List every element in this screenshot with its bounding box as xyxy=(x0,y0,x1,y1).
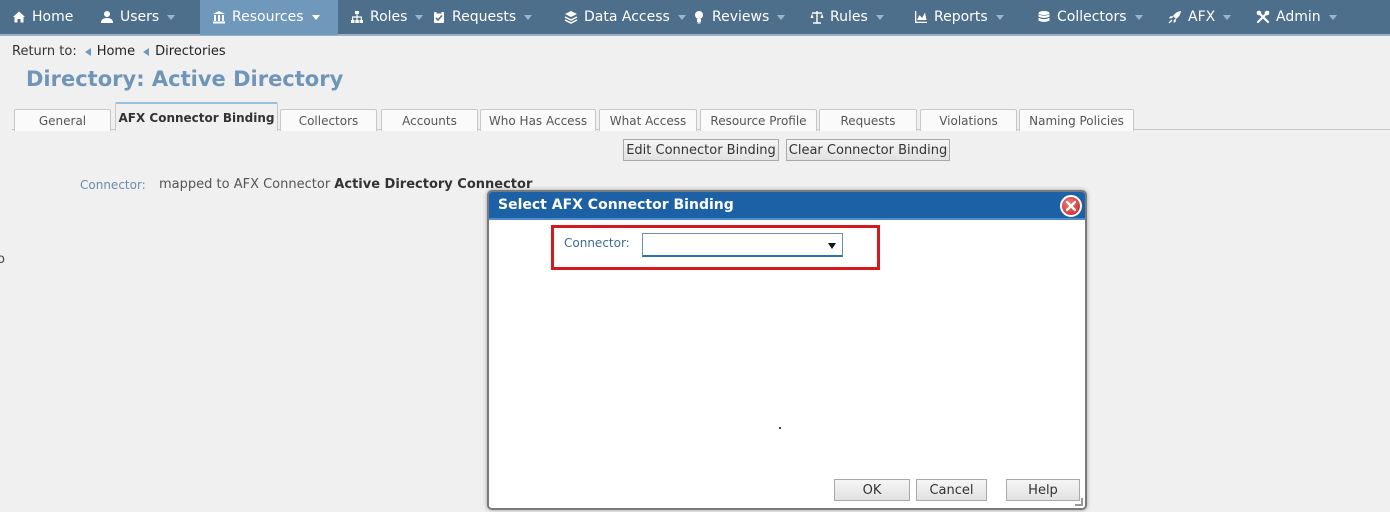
nav-resources-label: Resources xyxy=(232,9,304,25)
tab-general[interactable]: General xyxy=(14,109,111,131)
dropdown-arrow-icon xyxy=(828,243,836,249)
tab-bar: General AFX Connector Binding Collectors Ac… xyxy=(12,102,1390,131)
nav-home[interactable]: Home xyxy=(0,0,88,35)
home-icon xyxy=(12,10,26,24)
user-icon xyxy=(100,10,114,24)
layers-icon xyxy=(564,10,578,24)
select-connector-binding-dialog: Select AFX Connector Binding Connector: … xyxy=(487,190,1087,510)
chevron-down-icon xyxy=(524,14,533,20)
nav-roles-label: Roles xyxy=(370,9,408,25)
lightbulb-icon xyxy=(692,10,706,24)
breadcrumb-arrow-icon xyxy=(143,47,150,56)
nav-rules-label: Rules xyxy=(830,9,868,25)
nav-afx-label: AFX xyxy=(1188,9,1216,25)
nav-data-access[interactable]: Data Access xyxy=(552,0,686,35)
chart-icon xyxy=(914,10,928,24)
nav-users[interactable]: Users xyxy=(88,0,200,35)
breadcrumb-arrow-icon xyxy=(84,47,91,56)
connector-label: Connector: xyxy=(80,178,146,192)
nav-rules[interactable]: Rules xyxy=(798,0,902,35)
nav-resources[interactable]: Resources xyxy=(200,0,338,35)
clipboard-check-icon xyxy=(432,10,446,24)
nav-collectors-label: Collectors xyxy=(1057,9,1127,25)
page-title: Directory: Active Directory xyxy=(26,67,344,91)
building-icon xyxy=(212,10,226,24)
nav-reviews[interactable]: Reviews xyxy=(680,0,798,35)
dialog-titlebar[interactable]: Select AFX Connector Binding xyxy=(489,192,1085,220)
dialog-connector-label: Connector: xyxy=(564,236,630,250)
tab-afx-connector-binding[interactable]: AFX Connector Binding xyxy=(115,102,278,131)
clear-connector-binding-button[interactable]: Clear Connector Binding xyxy=(786,139,950,161)
breadcrumb-prefix: Return to: xyxy=(12,44,77,59)
connector-select[interactable] xyxy=(642,233,843,257)
sitemap-icon xyxy=(350,10,364,24)
chevron-down-icon xyxy=(1223,14,1232,20)
nav-afx[interactable]: AFX xyxy=(1156,0,1244,35)
nav-home-label: Home xyxy=(32,9,74,25)
dialog-title: Select AFX Connector Binding xyxy=(498,197,734,213)
nav-collectors[interactable]: Collectors xyxy=(1025,0,1156,35)
dialog-close-button[interactable] xyxy=(1060,195,1082,217)
nav-users-label: Users xyxy=(120,9,160,25)
tab-resource-profile[interactable]: Resource Profile xyxy=(700,109,817,131)
rocket-icon xyxy=(1168,10,1182,24)
dialog-body: Connector: OK Cancel Help xyxy=(489,222,1085,508)
nav-requests-label: Requests xyxy=(452,9,517,25)
scale-icon xyxy=(810,10,824,24)
loading-dot xyxy=(779,427,781,429)
help-button[interactable]: Help xyxy=(1006,479,1080,501)
tab-naming-policies[interactable]: Naming Policies xyxy=(1019,109,1134,131)
chevron-down-icon xyxy=(777,14,786,20)
chevron-down-icon xyxy=(311,14,320,20)
close-icon xyxy=(1065,200,1077,212)
connector-mapping-text: mapped to AFX Connector Active Directory… xyxy=(159,177,532,192)
nav-requests[interactable]: Requests xyxy=(420,0,552,35)
chevron-down-icon xyxy=(1134,14,1143,20)
tab-requests[interactable]: Requests xyxy=(819,109,917,131)
chevron-down-icon xyxy=(1328,14,1337,20)
edit-connector-binding-button[interactable]: Edit Connector Binding xyxy=(623,139,779,161)
database-icon xyxy=(1037,10,1051,24)
top-navigation-bar: Home Users Resources Roles Requests Data Acce… xyxy=(0,0,1390,36)
cancel-button[interactable]: Cancel xyxy=(916,479,987,501)
breadcrumb-directories-link[interactable]: Directories xyxy=(155,44,226,59)
wrench-icon xyxy=(1256,10,1270,24)
nav-admin[interactable]: Admin xyxy=(1244,0,1337,35)
tab-collectors[interactable]: Collectors xyxy=(280,109,377,131)
breadcrumb: Return to: Home Directories xyxy=(12,44,226,59)
tab-accounts[interactable]: Accounts xyxy=(381,109,478,131)
tab-who-has-access[interactable]: Who Has Access xyxy=(480,109,596,131)
chevron-down-icon xyxy=(167,14,176,20)
connector-mapping-prefix: mapped to AFX Connector xyxy=(159,177,335,192)
chevron-down-icon xyxy=(995,14,1004,20)
nav-admin-label: Admin xyxy=(1276,9,1321,25)
ok-button[interactable]: OK xyxy=(834,479,910,501)
nav-reports[interactable]: Reports xyxy=(902,0,1025,35)
nav-roles[interactable]: Roles xyxy=(338,0,424,35)
nav-reviews-label: Reviews xyxy=(712,9,770,25)
truncated-text: o xyxy=(0,252,5,267)
nav-reports-label: Reports xyxy=(934,9,988,25)
resize-handle-icon[interactable] xyxy=(1075,498,1083,506)
breadcrumb-home-link[interactable]: Home xyxy=(97,44,135,59)
tab-violations[interactable]: Violations xyxy=(920,109,1017,131)
tab-what-access[interactable]: What Access xyxy=(599,109,697,131)
nav-data-access-label: Data Access xyxy=(584,9,670,25)
chevron-down-icon xyxy=(875,14,884,20)
